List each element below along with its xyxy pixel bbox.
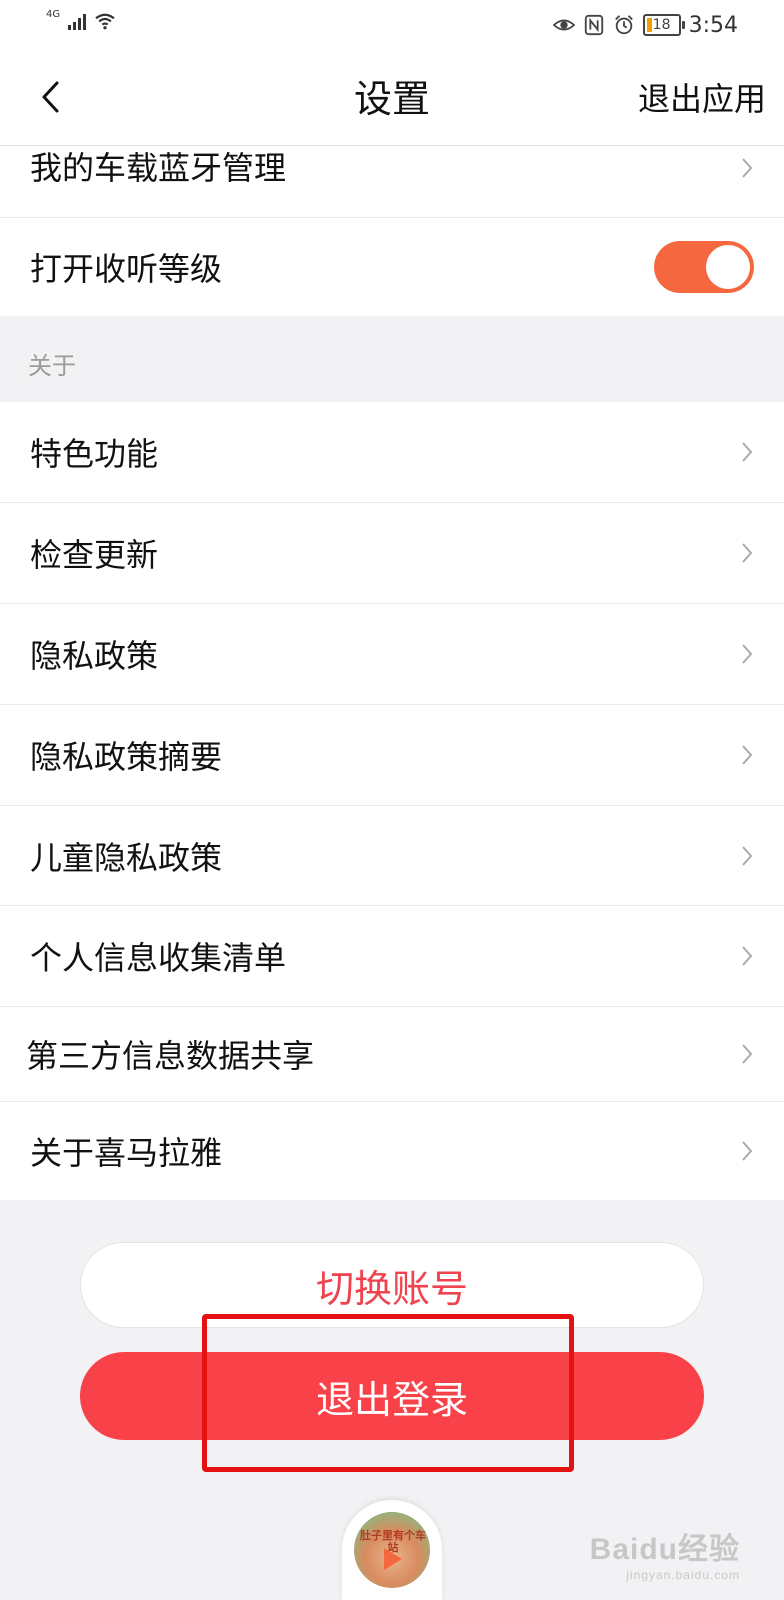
chevron-right-icon bbox=[742, 644, 753, 664]
listening-level-toggle[interactable] bbox=[654, 241, 754, 293]
list-item-label: 检查更新 bbox=[30, 536, 159, 574]
status-bar: 4G 18 3:54 bbox=[0, 0, 784, 52]
album-art: 肚子里有个车站 bbox=[354, 1512, 430, 1588]
nfc-icon bbox=[584, 14, 603, 36]
exit-app-button[interactable]: 退出应用 bbox=[638, 76, 766, 122]
settings-row-listening-level: 打开收听等级 bbox=[0, 218, 784, 316]
toggle-knob bbox=[706, 245, 750, 289]
settings-row-label: 我的车载蓝牙管理 bbox=[30, 149, 287, 187]
chevron-right-icon bbox=[742, 845, 753, 866]
chevron-right-icon bbox=[742, 442, 753, 462]
list-item-privacy-policy[interactable]: 隐私政策 bbox=[0, 604, 784, 705]
chevron-right-icon bbox=[742, 1044, 753, 1064]
network-type: 4G bbox=[46, 9, 61, 20]
list-item-features[interactable]: 特色功能 bbox=[0, 402, 784, 503]
chevron-right-icon bbox=[742, 946, 753, 966]
battery-icon: 18 bbox=[642, 14, 685, 36]
list-item-child-privacy[interactable]: 儿童隐私政策 bbox=[0, 806, 784, 906]
chevron-right-icon bbox=[742, 745, 753, 765]
chevron-right-icon bbox=[742, 1141, 753, 1161]
highlight-annotation bbox=[202, 1314, 574, 1472]
list-item-label: 个人信息收集清单 bbox=[30, 939, 287, 977]
status-left: 4G bbox=[46, 9, 116, 30]
list-item-label: 关于喜马拉雅 bbox=[30, 1134, 223, 1172]
mini-player[interactable]: 肚子里有个车站 bbox=[342, 1500, 442, 1600]
chevron-right-icon bbox=[742, 543, 753, 563]
list-item-label: 特色功能 bbox=[30, 435, 159, 473]
list-item-info-collection[interactable]: 个人信息收集清单 bbox=[0, 906, 784, 1007]
list-item-label: 隐私政策 bbox=[30, 637, 159, 675]
eye-icon bbox=[552, 19, 575, 31]
play-icon bbox=[384, 1548, 402, 1570]
signal-icon bbox=[68, 12, 87, 30]
settings-row-bluetooth[interactable]: 我的车载蓝牙管理 bbox=[0, 146, 784, 218]
watermark-main: Baidu经验 bbox=[589, 1533, 740, 1566]
list-item-about-ximalaya[interactable]: 关于喜马拉雅 bbox=[0, 1102, 784, 1200]
chevron-right-icon bbox=[742, 158, 753, 178]
wifi-icon bbox=[95, 13, 115, 30]
alarm-icon bbox=[614, 15, 633, 35]
nav-bar: 设置 退出应用 bbox=[0, 52, 784, 146]
list-item-label: 儿童隐私政策 bbox=[30, 838, 223, 877]
list-item-third-party-sharing[interactable]: 第三方信息数据共享 bbox=[0, 1007, 784, 1102]
status-right: 18 3:54 bbox=[552, 12, 738, 38]
list-item-label: 隐私政策摘要 bbox=[30, 738, 223, 776]
section-label: 关于 bbox=[28, 352, 76, 380]
watermark: Baidu经验 jingyan.baidu.com bbox=[590, 1524, 740, 1582]
watermark-sub: jingyan.baidu.com bbox=[626, 1568, 740, 1582]
list-item-privacy-summary[interactable]: 隐私政策摘要 bbox=[0, 705, 784, 806]
section-header-about: 关于 bbox=[0, 316, 784, 402]
settings-row-label: 打开收听等级 bbox=[30, 250, 223, 288]
list-item-check-update[interactable]: 检查更新 bbox=[0, 503, 784, 604]
clock: 3:54 bbox=[688, 12, 738, 38]
list-item-label: 第三方信息数据共享 bbox=[26, 1037, 315, 1075]
battery-level: 18 bbox=[652, 17, 671, 33]
